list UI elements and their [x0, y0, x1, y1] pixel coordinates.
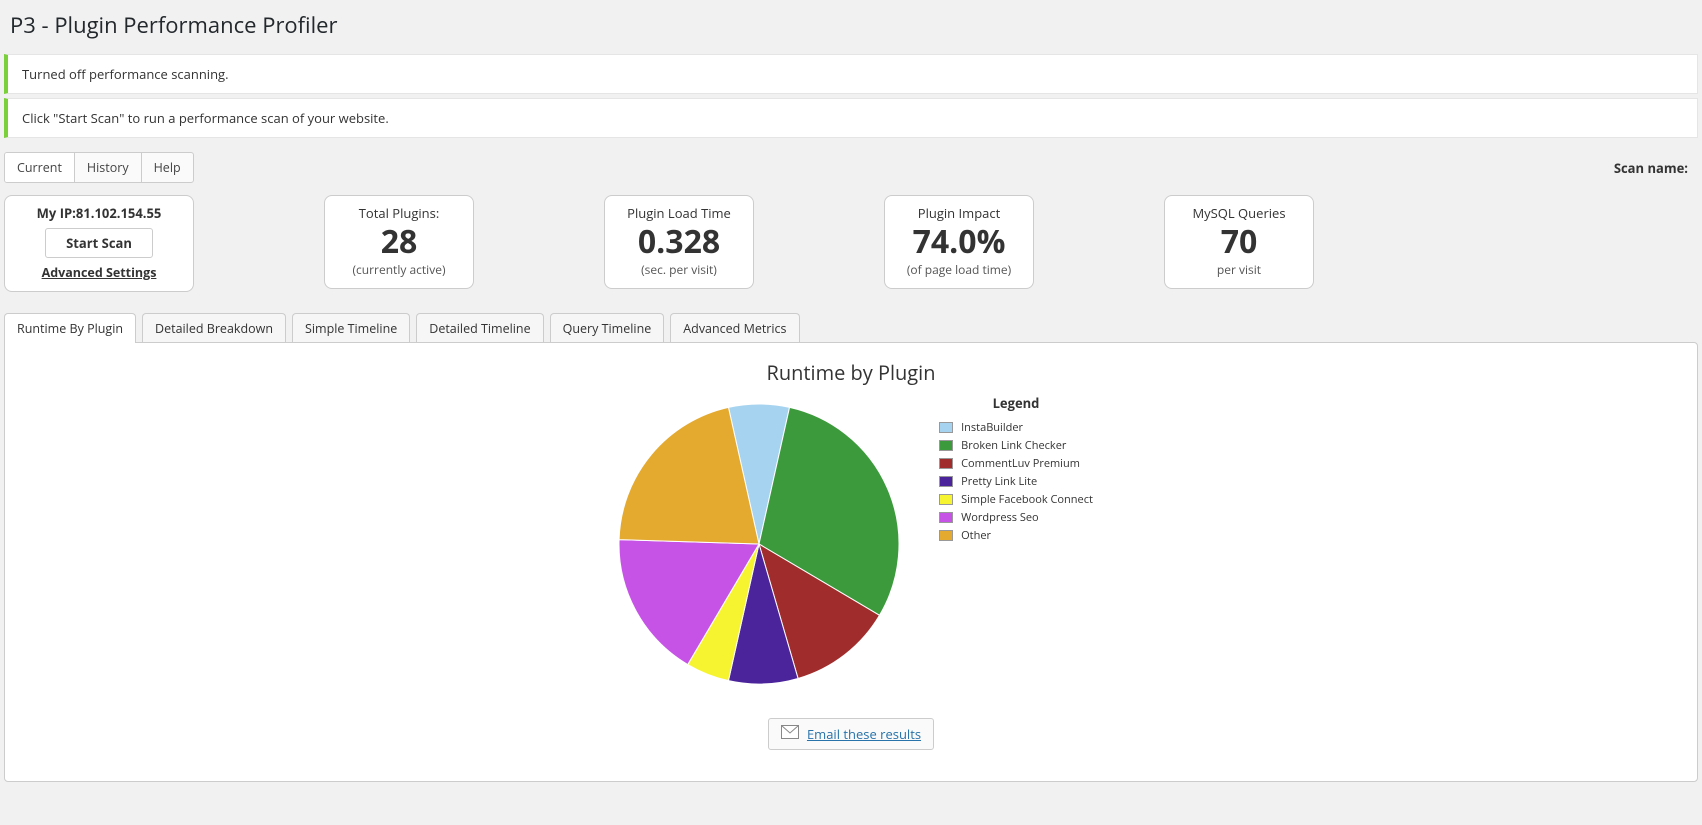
metric-total-plugins: Total Plugins: 28 (currently active) [324, 195, 474, 289]
metric-sub: (currently active) [343, 261, 455, 278]
tab-current[interactable]: Current [5, 153, 75, 182]
legend-item[interactable]: Pretty Link Lite [939, 474, 1093, 489]
metric-load-time: Plugin Load Time 0.328 (sec. per visit) [604, 195, 754, 289]
metric-queries: MySQL Queries 70 per visit [1164, 195, 1314, 289]
my-ip: My IP:81.102.154.55 [23, 204, 175, 222]
legend-title: Legend [939, 394, 1093, 412]
notice-scanning-off: Turned off performance scanning. [4, 54, 1698, 94]
metric-value: 28 [343, 224, 455, 259]
legend-swatch [939, 440, 953, 451]
metric-value: 0.328 [623, 224, 735, 259]
legend-item[interactable]: InstaBuilder [939, 420, 1093, 435]
advanced-settings-link[interactable]: Advanced Settings [23, 264, 175, 281]
legend-swatch [939, 530, 953, 541]
chart-title: Runtime by Plugin [19, 359, 1683, 386]
ip-label: My IP: [37, 204, 76, 222]
notice-start-scan: Click "Start Scan" to run a performance … [4, 98, 1698, 138]
metric-value: 74.0% [903, 224, 1015, 259]
legend-label: Simple Facebook Connect [961, 492, 1093, 507]
tab-runtime-by-plugin[interactable]: Runtime By Plugin [4, 313, 136, 343]
legend-swatch [939, 476, 953, 487]
result-tabs: Runtime By Plugin Detailed Breakdown Sim… [4, 312, 1698, 342]
tab-query-timeline[interactable]: Query Timeline [550, 313, 665, 343]
metric-sub: per visit [1183, 261, 1295, 278]
legend-label: Broken Link Checker [961, 438, 1066, 453]
legend-item[interactable]: CommentLuv Premium [939, 456, 1093, 471]
legend-label: CommentLuv Premium [961, 456, 1080, 471]
tab-advanced-metrics[interactable]: Advanced Metrics [670, 313, 799, 343]
tab-history[interactable]: History [75, 153, 142, 182]
page-title: P3 - Plugin Performance Profiler [10, 10, 1698, 40]
legend-label: Wordpress Seo [961, 510, 1039, 525]
legend-swatch [939, 494, 953, 505]
metric-value: 70 [1183, 224, 1295, 259]
email-results-link[interactable]: Email these results [807, 725, 921, 743]
scan-name-label: Scan name: [1614, 159, 1698, 177]
legend-item[interactable]: Other [939, 528, 1093, 543]
legend-label: InstaBuilder [961, 420, 1023, 435]
chart-legend: Legend InstaBuilder Broken Link Checker Co… [939, 394, 1093, 546]
tab-detailed-breakdown[interactable]: Detailed Breakdown [142, 313, 286, 343]
ip-value: 81.102.154.55 [76, 204, 161, 222]
email-results-box[interactable]: Email these results [768, 718, 934, 750]
pie-chart [609, 394, 909, 694]
legend-item[interactable]: Wordpress Seo [939, 510, 1093, 525]
legend-swatch [939, 512, 953, 523]
metric-sub: (of page load time) [903, 261, 1015, 278]
envelope-icon [781, 725, 799, 743]
tab-simple-timeline[interactable]: Simple Timeline [292, 313, 410, 343]
tab-help[interactable]: Help [142, 153, 193, 182]
start-scan-button[interactable]: Start Scan [45, 228, 153, 258]
legend-item[interactable]: Simple Facebook Connect [939, 492, 1093, 507]
legend-swatch [939, 422, 953, 433]
top-tabs: Current History Help [4, 152, 194, 183]
scan-control-card: My IP:81.102.154.55 Start Scan Advanced … [4, 195, 194, 292]
legend-swatch [939, 458, 953, 469]
legend-label: Other [961, 528, 991, 543]
legend-item[interactable]: Broken Link Checker [939, 438, 1093, 453]
results-panel: Runtime by Plugin Legend InstaBuilder Bro… [4, 342, 1698, 782]
metric-sub: (sec. per visit) [623, 261, 735, 278]
tab-detailed-timeline[interactable]: Detailed Timeline [416, 313, 543, 343]
metric-impact: Plugin Impact 74.0% (of page load time) [884, 195, 1034, 289]
legend-label: Pretty Link Lite [961, 474, 1037, 489]
